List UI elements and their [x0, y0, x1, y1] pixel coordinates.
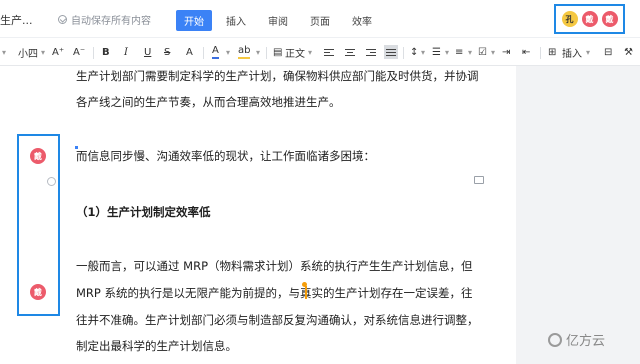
- chevron-down-icon[interactable]: ▾: [226, 38, 230, 66]
- underline-button[interactable]: U: [144, 38, 151, 66]
- numbered-list-icon[interactable]: ≡: [455, 38, 463, 66]
- tab-review[interactable]: 审阅: [260, 10, 296, 31]
- line-spacing-icon[interactable]: ↕: [410, 38, 418, 66]
- align-left-icon[interactable]: [324, 38, 334, 66]
- chevron-down-icon[interactable]: ▾: [256, 38, 260, 66]
- save-status-text: 自动保存所有内容: [71, 16, 151, 27]
- document-title[interactable]: 生产...: [0, 12, 33, 28]
- watermark-logo-icon: [548, 332, 562, 347]
- watermark: 亿方云: [548, 330, 605, 349]
- insert-button[interactable]: 插入: [562, 38, 582, 66]
- format-painter-icon[interactable]: ⊟: [604, 38, 612, 66]
- chevron-down-icon[interactable]: ▾: [308, 38, 312, 66]
- tab-insert[interactable]: 插入: [218, 10, 254, 31]
- divider: [540, 47, 541, 59]
- right-margin: [516, 66, 640, 364]
- save-status: 自动保存所有内容: [58, 12, 151, 27]
- divider: [203, 47, 204, 59]
- insert-icon[interactable]: ⊞: [548, 38, 556, 66]
- avatar[interactable]: 戴: [581, 11, 598, 27]
- divider: [93, 47, 94, 59]
- strikethrough-button[interactable]: S: [164, 38, 170, 66]
- highlight-button[interactable]: ab: [238, 45, 251, 59]
- bold-button[interactable]: B: [102, 38, 110, 66]
- saved-check-icon: [58, 15, 67, 24]
- paragraph[interactable]: 而信息同步慢、沟通效率低的现状，让工作面临诸多困境：: [76, 149, 375, 163]
- shrink-font-button[interactable]: A⁻: [73, 38, 85, 66]
- paragraph[interactable]: 一般而言，可以通过 MRP（物料需求计划）系统的执行产生生产计划信息，但: [76, 259, 473, 273]
- divider: [403, 47, 404, 59]
- divider: [266, 47, 267, 59]
- font-color-button[interactable]: A: [212, 45, 219, 59]
- align-center-icon[interactable]: [345, 38, 355, 66]
- avatar[interactable]: 戴: [30, 284, 46, 300]
- paragraph-style-icon[interactable]: ▤: [273, 38, 282, 66]
- italic-button[interactable]: I: [124, 38, 128, 66]
- wrench-icon[interactable]: ⚒: [624, 38, 633, 66]
- bullet-list-icon[interactable]: ☰: [432, 38, 441, 66]
- main-menu: 开始 插入 审阅 页面 效率: [176, 10, 386, 31]
- justify-icon[interactable]: [384, 45, 398, 59]
- tab-page[interactable]: 页面: [302, 10, 338, 31]
- avatar[interactable]: 孔: [561, 11, 578, 27]
- paragraph[interactable]: MRP 系统的执行是以无限产能为前提的，与真实的生产计划存在一定误差，往: [76, 286, 473, 300]
- chevron-down-icon[interactable]: ▾: [468, 38, 472, 66]
- paragraph[interactable]: 生产计划部门需要制定科学的生产计划，确保物料供应部门能及时供货，并协调: [76, 69, 479, 83]
- collaborator-cursor: [305, 286, 307, 299]
- avatar[interactable]: 戴: [30, 148, 46, 164]
- align-right-icon[interactable]: [366, 38, 376, 66]
- top-bar: 生产... 自动保存所有内容 开始 插入 审阅 页面 效率 孔 戴 戴: [0, 0, 640, 38]
- add-comment-icon[interactable]: [474, 176, 484, 184]
- clear-format-button[interactable]: A: [186, 38, 193, 66]
- chevron-down-icon[interactable]: ▾: [445, 38, 449, 66]
- checklist-icon[interactable]: ☑: [478, 38, 487, 66]
- chevron-down-icon[interactable]: ▾: [586, 38, 590, 66]
- tab-efficiency[interactable]: 效率: [344, 10, 380, 31]
- paragraph[interactable]: 往并不准确。生产计划部门必须与制造部反复沟通确认，对系统信息进行调整，: [76, 313, 479, 327]
- collaborators: 孔 戴 戴: [554, 4, 625, 34]
- chevron-down-icon[interactable]: ▾: [41, 38, 45, 66]
- paragraph[interactable]: 制定出最科学的生产计划信息。: [76, 339, 237, 353]
- format-toolbar: ▾ 小四 ▾ A⁺ A⁻ B I U S A A ▾ ab ▾ ▤ 正文 ▾ ↕…: [0, 38, 640, 66]
- paragraph-style-select[interactable]: 正文: [285, 38, 305, 66]
- comment-icon[interactable]: [47, 177, 56, 186]
- outdent-icon[interactable]: ⇤: [522, 38, 530, 66]
- avatar[interactable]: 戴: [601, 11, 618, 27]
- watermark-text: 亿方云: [566, 334, 606, 349]
- grow-font-button[interactable]: A⁺: [52, 38, 64, 66]
- font-size-select[interactable]: 小四: [18, 38, 38, 66]
- section-heading[interactable]: （1）生产计划制定效率低: [76, 205, 211, 219]
- chevron-down-icon[interactable]: ▾: [491, 38, 495, 66]
- chevron-down-icon[interactable]: ▾: [2, 38, 6, 66]
- indent-icon[interactable]: ⇥: [502, 38, 510, 66]
- tab-home[interactable]: 开始: [176, 10, 212, 31]
- chevron-down-icon[interactable]: ▾: [421, 38, 425, 66]
- paragraph[interactable]: 各产线之间的生产节奏，从而合理高效地推进生产。: [76, 95, 341, 109]
